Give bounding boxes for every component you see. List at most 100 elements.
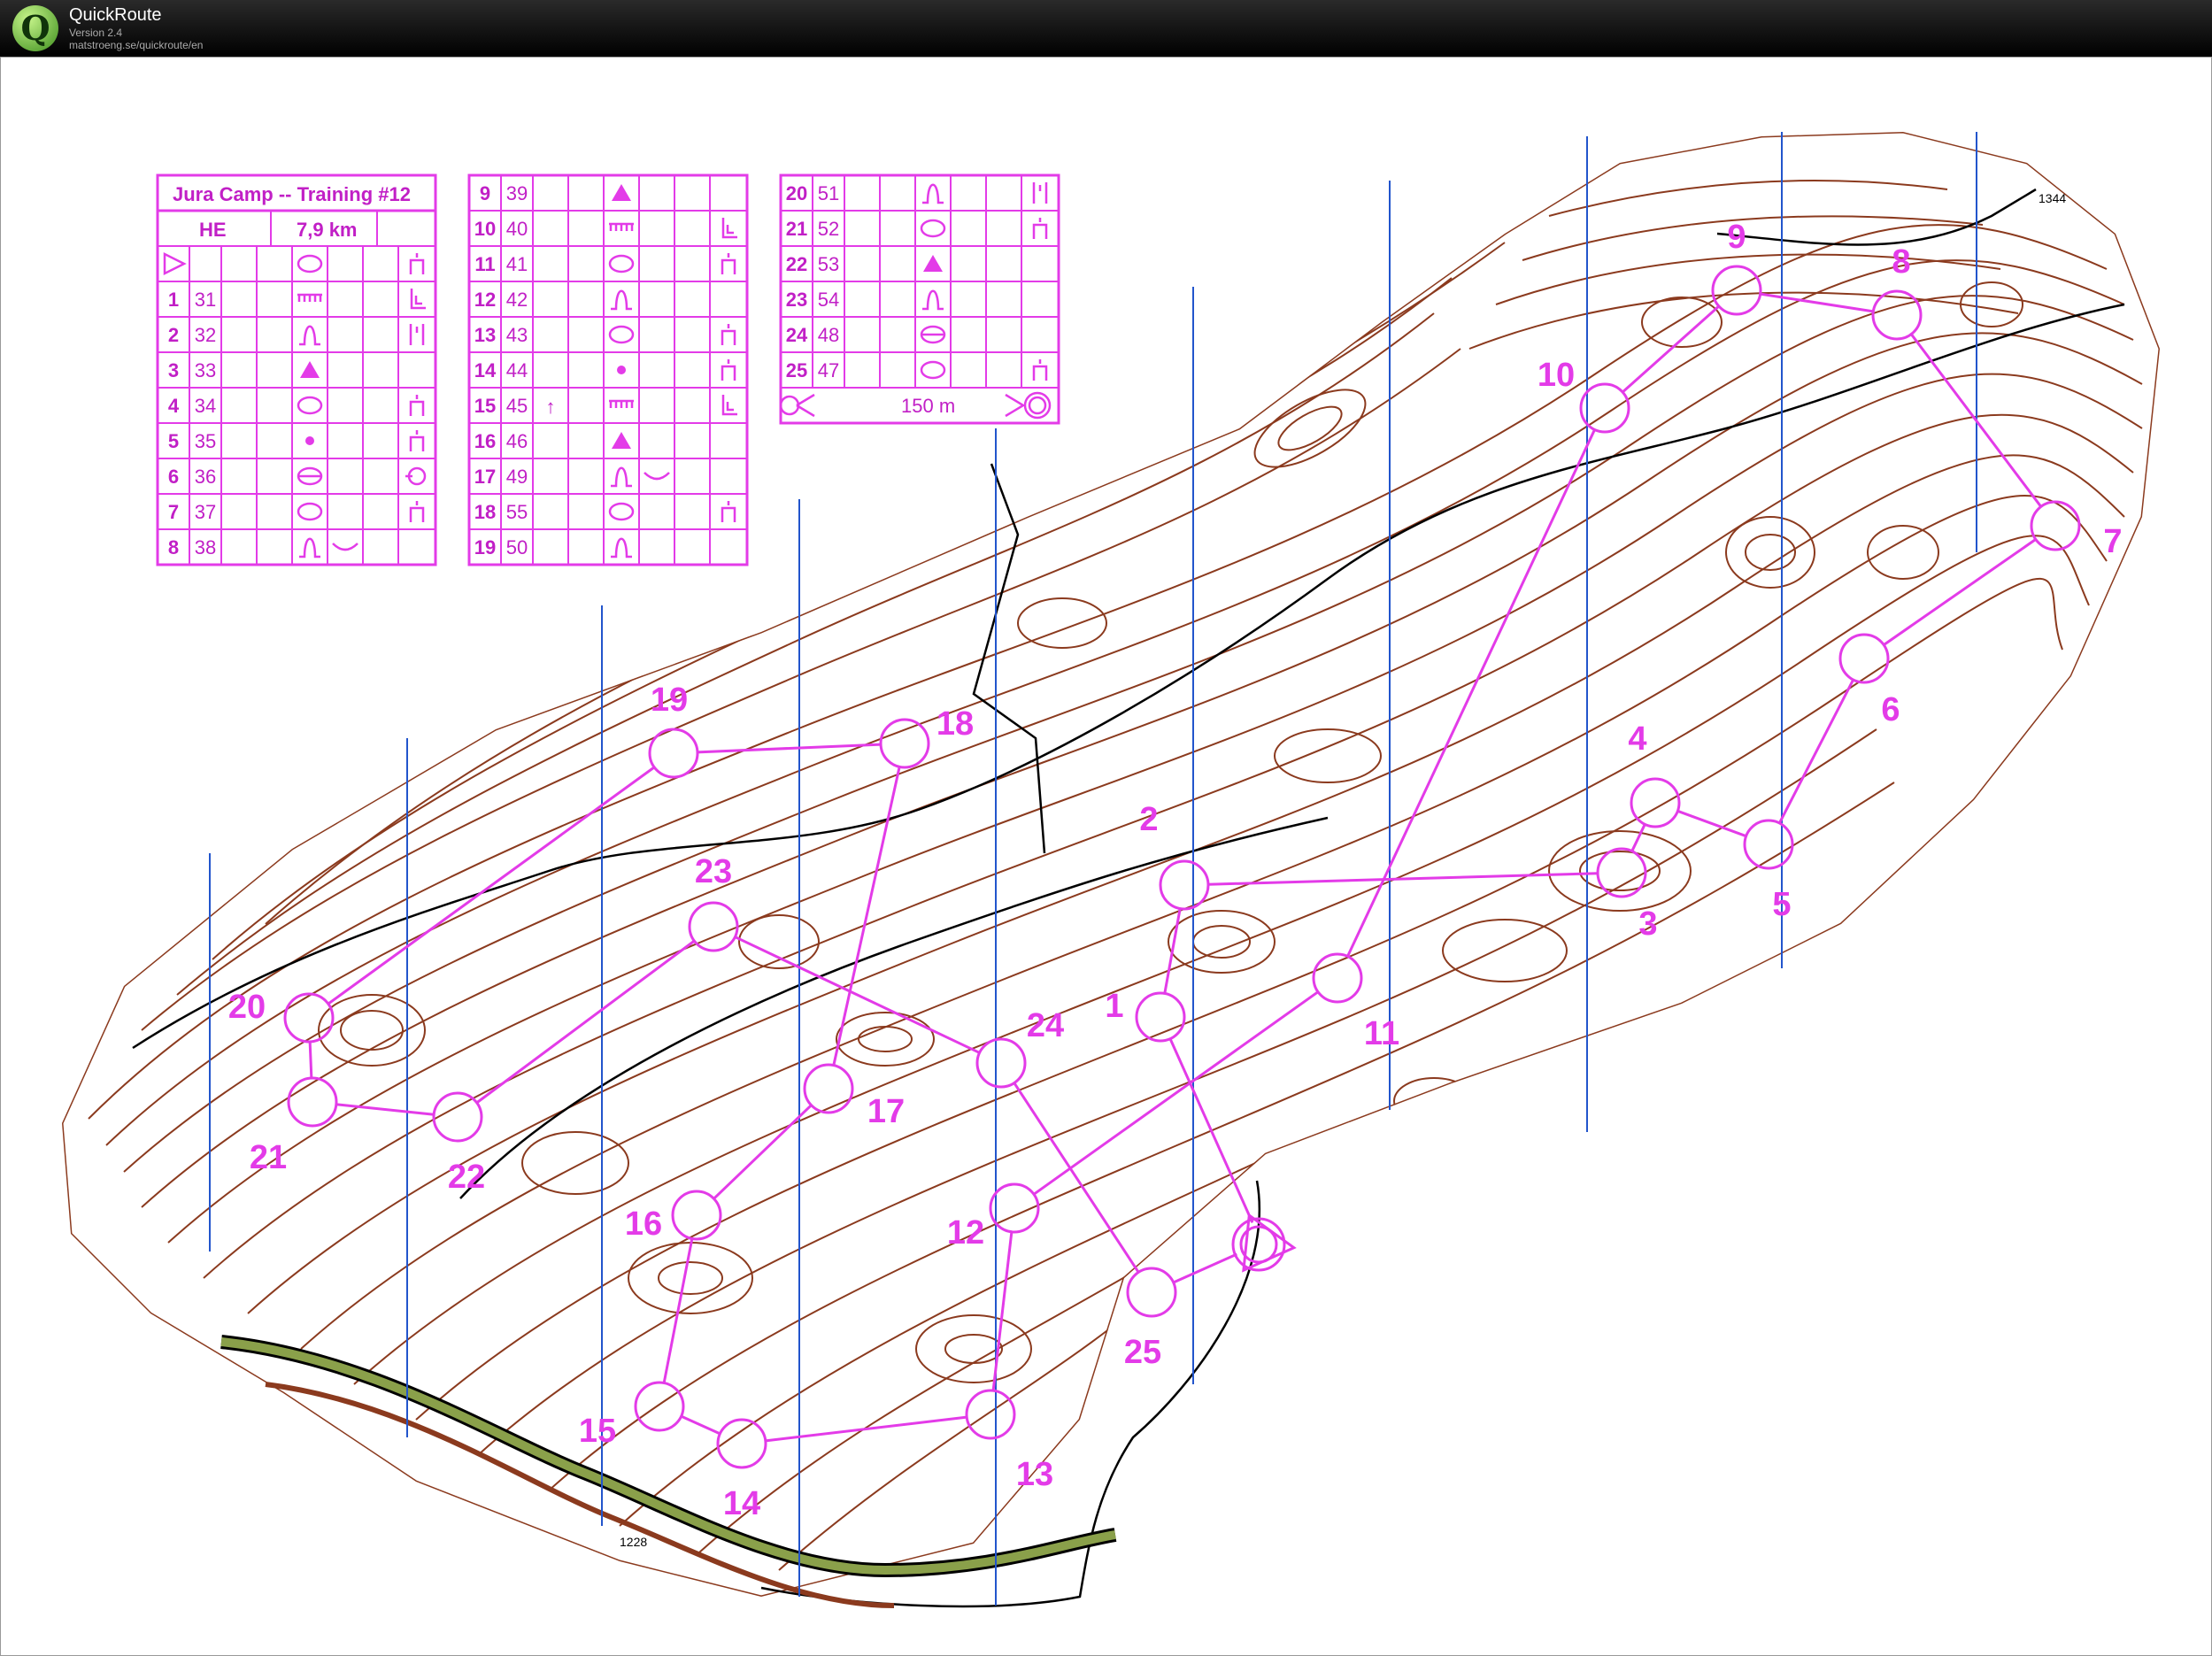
course-leg xyxy=(1163,908,1182,994)
finish-circle-icon xyxy=(1231,1217,1286,1272)
foot-icon xyxy=(721,359,736,381)
control-number-12: 12 xyxy=(947,1214,984,1252)
control-number-22: 22 xyxy=(448,1159,485,1196)
control-circle-10[interactable] xyxy=(1579,382,1630,434)
description-control-code: 50 xyxy=(506,536,528,558)
depression-icon xyxy=(608,254,635,273)
foot-icon xyxy=(721,501,736,522)
foot-icon xyxy=(721,324,736,345)
course-leg xyxy=(1033,990,1319,1196)
course-leg xyxy=(697,743,882,754)
foot-icon xyxy=(1032,359,1048,381)
description-control-code: 32 xyxy=(195,324,216,346)
description-control-code: 31 xyxy=(195,289,216,311)
control-number-18: 18 xyxy=(936,705,974,743)
course-leg xyxy=(308,1041,313,1079)
description-control-code: 41 xyxy=(506,253,528,275)
course-class: HE xyxy=(199,219,227,241)
control-circle-9[interactable] xyxy=(1711,265,1762,316)
description-control-code: 40 xyxy=(506,218,528,240)
description-control-number: 12 xyxy=(474,289,496,311)
description-control-number: 25 xyxy=(786,359,807,381)
control-circle-5[interactable] xyxy=(1743,819,1794,870)
start-triangle-icon xyxy=(163,251,187,276)
foot-icon xyxy=(409,395,425,416)
control-number-25: 25 xyxy=(1124,1334,1161,1371)
description-control-number: 21 xyxy=(786,218,807,240)
description-control-number: 15 xyxy=(474,395,496,417)
spur-icon xyxy=(611,537,632,558)
description-control-number: 14 xyxy=(474,359,497,381)
course-leg xyxy=(1173,1252,1237,1284)
foot-icon xyxy=(409,253,425,274)
control-circle-8[interactable] xyxy=(1871,289,1923,341)
tracks xyxy=(132,188,2125,1608)
knoll-icon xyxy=(612,432,631,449)
control-circle-23[interactable] xyxy=(688,901,739,952)
control-circle-20[interactable] xyxy=(283,992,335,1044)
control-circle-6[interactable] xyxy=(1838,633,1890,684)
curve-icon xyxy=(644,472,670,481)
depression-icon xyxy=(297,502,323,521)
control-number-4: 4 xyxy=(1628,720,1646,758)
course-title: Jura Camp -- Training #12 xyxy=(173,183,411,205)
control-circle-19[interactable] xyxy=(648,728,699,779)
step-icon xyxy=(297,293,322,302)
description-control-number: 23 xyxy=(786,289,807,311)
spur-icon xyxy=(922,289,944,311)
control-circle-15[interactable] xyxy=(634,1381,685,1432)
control-number-19: 19 xyxy=(651,682,688,719)
control-circle-16[interactable] xyxy=(671,1190,722,1241)
spur-icon xyxy=(299,325,320,346)
description-control-code: 36 xyxy=(195,466,216,488)
control-circle-4[interactable] xyxy=(1630,777,1681,828)
control-circle-21[interactable] xyxy=(287,1076,338,1128)
dot-knoll-icon xyxy=(305,436,314,445)
description-control-number: 9 xyxy=(480,182,490,204)
description-control-code: 48 xyxy=(818,324,839,346)
description-control-number: 22 xyxy=(786,253,807,275)
control-number-14: 14 xyxy=(723,1485,760,1522)
control-number-11: 11 xyxy=(1364,1015,1399,1052)
course-leg xyxy=(1630,823,1646,852)
finish-distance: 150 m xyxy=(901,395,955,417)
description-column-2: 9 39 10 40 11 41 12 42 13 43 14 44 15 45 ↑ 16 46 17 49 18 55… xyxy=(467,173,749,566)
finish-route-end-icon xyxy=(1005,393,1026,418)
control-circle-24[interactable] xyxy=(975,1037,1027,1089)
control-circle-2[interactable] xyxy=(1159,859,1210,911)
title-bar: Q QuickRoute Version 2.4 matstroeng.se/q… xyxy=(0,0,2212,57)
orienteering-map[interactable]: 1234567891011121314151617181920212223242… xyxy=(0,57,2212,1654)
description-column-3: 20 51 21 52 22 53 23 54 24 48 25 47 xyxy=(779,173,1060,425)
control-circle-22[interactable] xyxy=(432,1091,483,1143)
corner-icon xyxy=(721,218,737,239)
step-icon xyxy=(609,399,634,408)
course-leg xyxy=(475,939,696,1105)
depression-icon xyxy=(920,219,946,238)
app-url[interactable]: matstroeng.se/quickroute/en xyxy=(69,39,203,51)
description-control-code: 33 xyxy=(195,359,216,381)
depression-icon xyxy=(297,396,323,415)
control-circle-17[interactable] xyxy=(803,1063,854,1114)
foot-icon xyxy=(409,501,425,522)
description-control-code: 43 xyxy=(506,324,528,346)
description-control-number: 18 xyxy=(474,501,496,523)
control-circle-13[interactable] xyxy=(965,1389,1016,1440)
between-icon xyxy=(409,324,425,345)
spur-icon xyxy=(611,289,632,311)
control-circle-14[interactable] xyxy=(716,1418,767,1469)
course-leg xyxy=(765,1415,967,1443)
control-circle-3[interactable] xyxy=(1596,847,1647,898)
description-control-code: 34 xyxy=(195,395,216,417)
control-circle-18[interactable] xyxy=(879,718,930,769)
control-number-7: 7 xyxy=(2103,523,2122,560)
control-number-10: 10 xyxy=(1538,357,1575,394)
description-control-number: 6 xyxy=(168,466,179,488)
control-circle-25[interactable] xyxy=(1126,1267,1177,1318)
control-number-1: 1 xyxy=(1105,988,1123,1025)
course-leg xyxy=(680,1414,721,1436)
app-name: QuickRoute xyxy=(69,5,162,25)
depression-icon xyxy=(608,502,635,521)
between-icon xyxy=(1032,182,1048,204)
elevation-label-s: 1228 xyxy=(620,1535,647,1549)
course-leg xyxy=(1760,292,1874,313)
